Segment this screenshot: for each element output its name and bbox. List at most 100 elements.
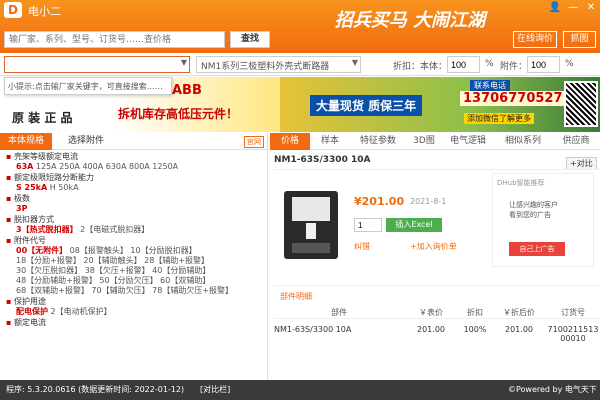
spec-option-row[interactable]: S 25kA H 50kA [0,183,268,193]
column-header: 折扣 [467,308,483,317]
spec-option-row[interactable]: 18【分励+报警】 20【辅助触头】 28【辅助+报警】 [0,256,268,266]
accessory-discount-input[interactable] [527,56,560,73]
header-banner: 招兵买马 大闹江湖 [334,10,486,31]
spec-option-selected[interactable]: 63A [16,162,33,171]
detail-panel: 价格 样本 特征参数 3D图 电气逻辑 相似系列 供应商 NM1-63S/3300 10A … [270,133,600,380]
tab-5[interactable]: 相似系列 [494,133,552,150]
spec-option-row[interactable]: 68【双辅助+报警】 70【辅助欠压】 78【辅助欠压+报警】 [0,286,268,296]
user-icon[interactable]: 👤 [548,2,562,14]
ad-right-slogan: 大量现货 质保三年 [310,95,423,116]
version-info: 程序: 5.3.20.0616 (数据更新时间: 2022-01-12) [6,385,185,394]
tab-3[interactable]: 3D图 [406,133,442,150]
spec-group-title: 极数 [0,193,268,204]
screenshot-button[interactable]: 抓图 [563,31,596,48]
tab-2[interactable]: 特征参数 [350,133,406,150]
series-select[interactable]: NM1系列三极塑料外壳式断路器 ▼ [196,56,361,73]
table-header: 部件 ￥表价 折扣 ￥折后价 订货号 [274,305,600,319]
insert-excel-button[interactable]: 插入Excel [386,218,442,232]
column-header: ￥表价 [419,308,443,317]
quantity-input[interactable] [354,218,382,232]
table-cell: 100% [463,325,487,334]
table-row[interactable]: NM1-63S/3300 10A 201.00 100% 201.00 71002115… [274,321,600,347]
minimize-button[interactable]: — [566,2,580,14]
discount-label: 折扣： [393,62,421,72]
spec-option-selected[interactable]: 00【无附件】 [16,246,67,255]
error-report-link[interactable]: 纠错 [354,241,370,252]
excel-label: 插入Excel [395,220,433,229]
tab-4[interactable]: 电气逻辑 [442,133,494,150]
spec-option-row[interactable]: 配电保护 2【电动机保护】 [0,307,268,317]
body-discount-input[interactable] [447,56,480,73]
tab-6[interactable]: 供应商 [552,133,600,150]
chevron-down-icon: ▼ [180,58,187,67]
column-header: 订货号 [561,308,585,317]
spec-option-row[interactable]: 00【无附件】 08【报警触头】 10【分励脱扣器】 [0,246,268,256]
brand-select[interactable]: ▼ [4,56,190,73]
spec-group-title: 壳架等级额定电流 [0,151,268,162]
accessory-unit: % [565,59,574,69]
body-discount-label: 本体： [420,62,448,72]
dhub-text: 让感兴趣的客户看到您的广告 [509,201,558,219]
wechat-text: 添加微信了解更多 [464,113,534,124]
parts-table: 部件 ￥表价 折扣 ￥折后价 订货号 NM1-63S/3300 10A 201.00 100%… [274,305,600,379]
table-cell: 201.00 [505,325,533,334]
tab-1[interactable]: 样本 [310,133,350,150]
table-cell: NM1-63S/3300 10A [274,325,352,334]
product-model: NM1-63S/3300 10A [274,155,371,165]
product-image [284,191,338,259]
search-tooltip: 小提示:点击输厂家关键字，可直接搜索…… [4,77,172,95]
search-input[interactable] [4,31,225,48]
contact-label: 联系电话 [470,80,510,91]
powered-by: ©Powered by 电气天下 [508,385,597,394]
spec-tree: 壳架等级额定电流63A 125A 250A 400A 630A 800A 125… [0,151,268,380]
dhub-ad-button[interactable]: 自己上广告 [509,242,565,256]
spec-option-row[interactable]: 3【热式脱扣器】 2【电磁式脱扣器】 [0,225,268,235]
search-button[interactable]: 查找 [230,31,270,48]
app-title: 电小二 [28,5,61,18]
column-header: 部件 [331,308,347,317]
tab-accessories[interactable]: 选择附件 [60,133,112,150]
spec-group-title: 脱扣器方式 [0,214,268,225]
left-tabs: 本体规格 选择附件 官网 [0,133,267,150]
close-button[interactable]: ✕ [584,2,598,14]
spec-group-title: 额定电流 [0,317,268,328]
status-bar: 程序: 5.3.20.0616 (数据更新时间: 2022-01-12) [对比… [0,380,600,400]
app-logo: D [4,2,22,18]
add-inquiry-link[interactable]: +加入询价单 [410,241,457,252]
tab-0[interactable]: 价格 [270,133,310,150]
spec-option-row[interactable]: 3P [0,204,268,214]
spec-option-selected[interactable]: 配电保护 [16,307,48,316]
ad-right[interactable]: 大量现货 质保三年 联系电话 13706770527 添加微信了解更多 [280,77,600,132]
ad-brand: ABB [172,83,202,98]
compare-bar-link[interactable]: [对比栏] [200,380,230,400]
table-cell: 710021151300010 [547,325,599,343]
spec-option-selected[interactable]: 3P [16,204,27,213]
spec-option-selected[interactable]: 3【热式脱扣器】 [16,225,78,234]
price-value: 201.00 [361,195,405,208]
parts-detail-title: 部件明细 [280,292,312,301]
divider [274,169,600,170]
phone-number: 13706770527 [460,91,566,106]
dhub-box: DHub智能推荐 让感兴趣的客户看到您的广告 自己上广告 [492,173,594,267]
dhub-title: DHub智能推荐 [497,179,545,187]
spec-option-row[interactable]: 63A 125A 250A 400A 630A 800A 1250A [0,162,268,172]
table-cell: 201.00 [417,325,445,334]
spec-panel: 本体规格 选择附件 官网 壳架等级额定电流63A 125A 250A 400A … [0,133,268,380]
spec-option-row[interactable]: 48【分励辅助+报警】 50【分励欠压】 60【双辅助】 [0,276,268,286]
spec-group-title: 附件代号 [0,235,268,246]
official-site-button[interactable]: 官网 [244,136,264,148]
chevron-down-icon: ▼ [351,58,358,67]
price-currency: ¥ [354,195,362,208]
column-header: ￥折后价 [503,308,535,317]
accessory-discount-label: 附件： [500,62,528,72]
online-inquiry-button[interactable]: 在线询价 [513,31,557,48]
body-unit: % [485,59,494,69]
divider [274,285,600,286]
ad-genuine-text: 原 装 正 品 [12,111,73,125]
spec-option-selected[interactable]: S 25kA [16,183,47,192]
spec-group-title: 保护用途 [0,296,268,307]
price: ¥201.00 [354,195,404,208]
tab-spec[interactable]: 本体规格 [0,133,53,150]
spec-group-title: 额定极限短路分断能力 [0,172,268,183]
spec-option-row[interactable]: 30【欠压脱扣器】 38【欠压+报警】 40【分励辅助】 [0,266,268,276]
